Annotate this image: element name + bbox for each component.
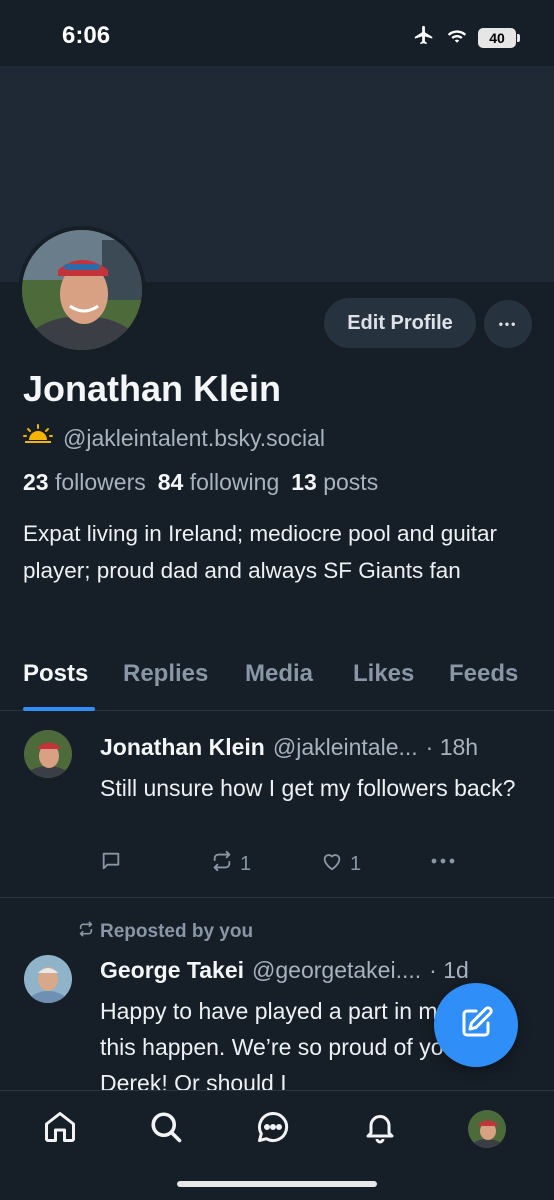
posts-label: posts	[323, 469, 379, 495]
post-author-name[interactable]: George Takei	[100, 957, 244, 984]
nav-search[interactable]	[146, 1109, 186, 1149]
reply-icon	[100, 850, 122, 878]
following-stat[interactable]: 84 following	[158, 469, 279, 496]
like-button[interactable]: 1	[320, 850, 361, 878]
profile-bio: Expat living in Ireland; mediocre pool a…	[23, 521, 498, 583]
home-icon	[42, 1109, 78, 1150]
post-author-handle[interactable]: @jakleintale...	[273, 734, 418, 761]
tab-posts[interactable]: Posts	[23, 660, 88, 688]
nav-chat[interactable]	[253, 1109, 293, 1149]
feed-post[interactable]: Jonathan Klein @jakleintale... · 18h Sti…	[0, 712, 554, 898]
sunrise-icon	[23, 424, 53, 452]
reposted-by-text: Reposted by you	[100, 921, 254, 942]
profile-display-name: Jonathan Klein	[23, 368, 282, 409]
tab-feeds[interactable]: Feeds	[449, 660, 518, 688]
status-time: 6:06	[62, 22, 111, 49]
post-header: Jonathan Klein @jakleintale... · 18h	[100, 734, 478, 761]
airplane-icon	[412, 24, 436, 51]
profile-handle: @jakleintalent.bsky.social	[63, 424, 325, 451]
status-bar: 6:06 40	[0, 0, 554, 66]
nav-profile[interactable]	[467, 1109, 507, 1149]
bell-icon	[362, 1109, 398, 1150]
repost-count: 1	[240, 852, 252, 875]
posts-count: 13	[291, 469, 317, 495]
reply-button[interactable]	[100, 850, 122, 878]
bottom-nav	[0, 1090, 554, 1200]
post-text: Still unsure how I get my followers back…	[100, 775, 516, 801]
profile-handle-row: @jakleintalent.bsky.social	[23, 424, 325, 452]
status-icons: 40	[412, 24, 520, 51]
chat-icon	[255, 1109, 291, 1150]
search-icon	[148, 1109, 184, 1150]
following-label: following	[189, 469, 280, 495]
ellipsis-icon: •••	[498, 317, 518, 331]
tab-replies[interactable]: Replies	[123, 660, 208, 688]
nav-notifications[interactable]	[360, 1109, 400, 1149]
reposted-by-label: Reposted by you	[78, 921, 253, 943]
profile-stats: 23 followers 84 following 13 posts	[23, 469, 378, 496]
compose-post-button[interactable]	[434, 983, 518, 1067]
post-header: George Takei @georgetakei.... · 1d	[100, 957, 469, 984]
post-actions: 1 1	[100, 850, 470, 880]
profile-tabs: Posts Replies Media Likes Feeds	[0, 656, 554, 711]
tab-media[interactable]: Media	[245, 660, 313, 688]
active-tab-indicator	[23, 707, 95, 711]
post-author-avatar[interactable]	[24, 955, 72, 1003]
post-more-button[interactable]	[430, 850, 456, 878]
more-options-button[interactable]: •••	[484, 300, 532, 348]
post-author-avatar[interactable]	[24, 730, 72, 778]
compose-icon	[458, 1005, 494, 1046]
wifi-icon	[446, 26, 468, 49]
profile-avatar	[468, 1110, 506, 1148]
post-author-handle[interactable]: @georgetakei....	[252, 957, 421, 984]
followers-stat[interactable]: 23 followers	[23, 469, 146, 496]
heart-icon	[320, 850, 344, 878]
post-author-name[interactable]: Jonathan Klein	[100, 734, 265, 761]
repost-icon	[210, 850, 234, 878]
repost-button[interactable]: 1	[210, 850, 251, 878]
battery-icon: 40	[478, 27, 520, 48]
followers-label: followers	[54, 469, 146, 495]
tab-likes[interactable]: Likes	[353, 660, 414, 688]
post-time: · 1d	[429, 957, 469, 983]
home-indicator	[177, 1181, 377, 1187]
edit-profile-button[interactable]: Edit Profile	[324, 298, 476, 348]
like-count: 1	[350, 852, 362, 875]
posts-stat: 13 posts	[291, 469, 378, 496]
following-count: 84	[157, 469, 184, 495]
followers-count: 23	[23, 469, 49, 495]
post-time: · 18h	[425, 734, 479, 760]
ellipsis-icon	[430, 850, 456, 878]
nav-home[interactable]	[40, 1109, 80, 1149]
profile-avatar[interactable]	[18, 226, 146, 354]
repost-icon	[78, 921, 94, 943]
